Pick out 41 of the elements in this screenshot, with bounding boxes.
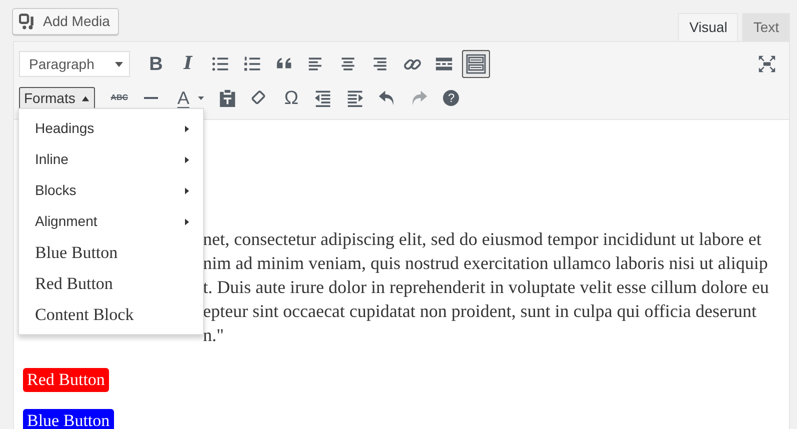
undo-icon xyxy=(378,89,396,107)
styled-button-text: Red Button xyxy=(23,368,109,392)
bullet-list-icon xyxy=(211,55,229,73)
strikethrough-button[interactable]: ABC xyxy=(105,84,134,112)
bold-button[interactable]: B xyxy=(142,50,170,78)
add-media-button[interactable]: Add Media xyxy=(12,8,119,35)
editor-tab[interactable]: Text xyxy=(742,13,790,41)
menu-item[interactable]: Alignment xyxy=(19,206,203,237)
menu-item[interactable]: Headings xyxy=(19,113,203,144)
menu-item[interactable]: Red Button xyxy=(19,268,203,299)
outdent-icon xyxy=(314,89,332,107)
text-color-button[interactable]: A xyxy=(169,84,198,112)
submenu-arrow-icon xyxy=(183,124,191,132)
special-character-button[interactable]: Ω xyxy=(277,84,306,112)
formats-button[interactable]: Formats xyxy=(19,86,96,110)
keyboard-icon xyxy=(466,54,486,74)
indent-icon xyxy=(346,89,364,107)
redo-icon xyxy=(410,89,428,107)
align-right-icon xyxy=(371,55,389,73)
styled-button-text: Blue Button xyxy=(23,409,114,429)
caret-up-icon xyxy=(81,94,90,102)
keyboard-button[interactable] xyxy=(462,50,490,78)
menu-item[interactable]: Blue Button xyxy=(19,237,203,268)
fullscreen-icon xyxy=(758,55,776,73)
editor-tab[interactable]: Visual xyxy=(678,13,738,41)
menu-item[interactable]: Blocks xyxy=(19,175,203,206)
menu-item[interactable]: Inline xyxy=(19,144,203,175)
italic-button[interactable]: I xyxy=(174,50,202,78)
numbered-list-icon xyxy=(243,55,261,73)
caret-icon xyxy=(114,59,124,69)
horizontal-line-icon xyxy=(144,97,158,99)
align-center-icon xyxy=(339,55,357,73)
block-format-dropdown[interactable]: Paragraph xyxy=(19,51,130,77)
submenu-arrow-icon xyxy=(183,156,191,164)
clipboard-icon xyxy=(218,88,237,108)
paragraph-text: net, consectetur adipiscing elit, sed do eiusmod tempor incididunt ut labore et nim ad minim veniam, quis nostrud exercitation ullamco laboris nisi ut aliquip t. Duis aute irure dolor in reprehenderit in voluptate velit esse cillum dolore eu epteur sint occaecat cupidatat non proident, sunt in culpa qui officia deserunt n." xyxy=(203,228,770,347)
menu-item[interactable]: Content Block xyxy=(19,299,203,330)
submenu-arrow-icon xyxy=(183,186,191,194)
read-more-icon xyxy=(435,55,453,73)
submenu-arrow-icon xyxy=(183,218,191,226)
help-button[interactable]: ? xyxy=(437,84,466,112)
